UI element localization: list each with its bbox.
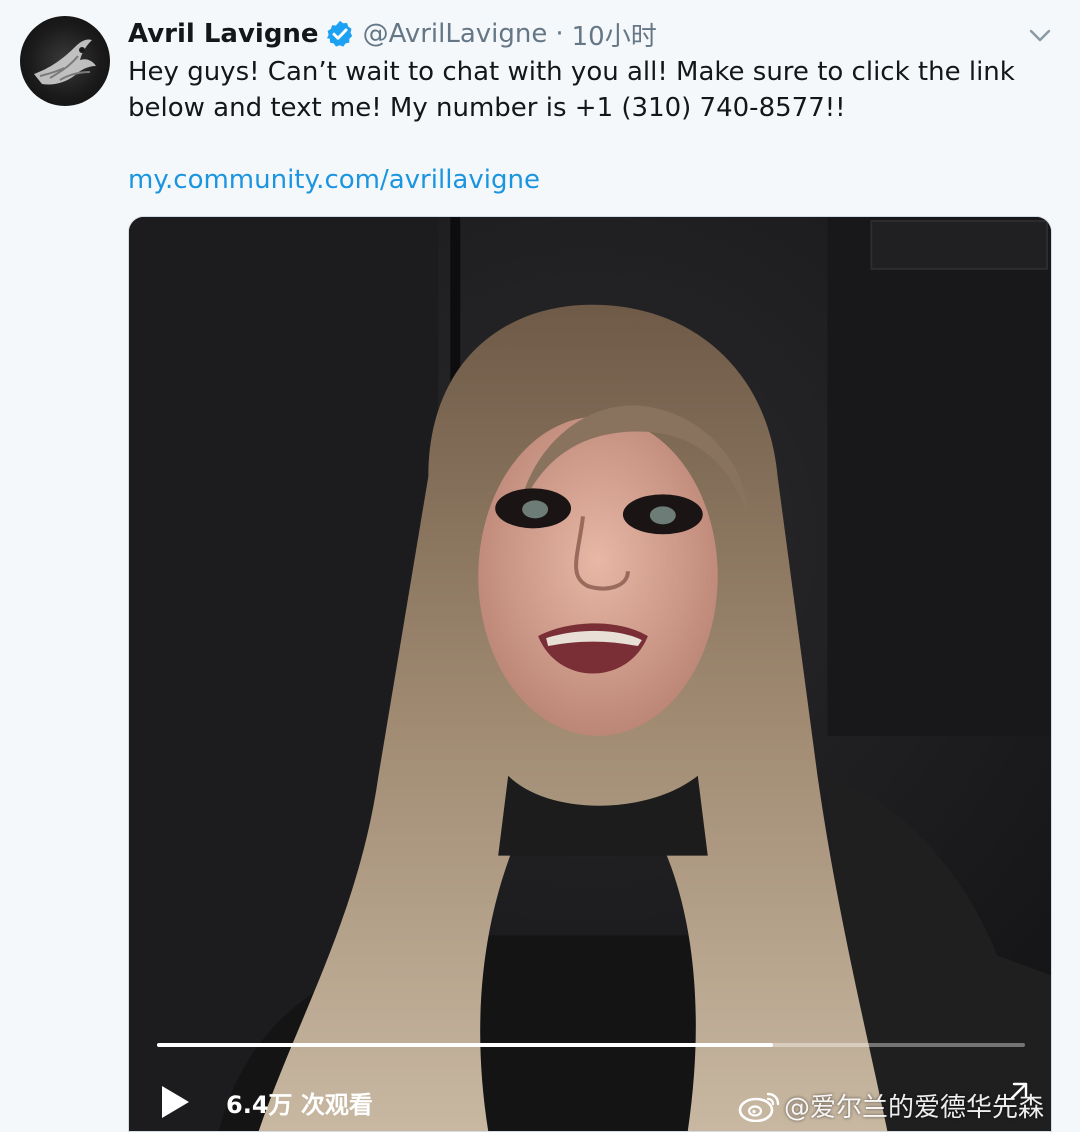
avatar[interactable] [20, 16, 110, 106]
verified-badge-icon [326, 20, 352, 47]
video-progress-fill [157, 1043, 774, 1047]
tweet-text: Hey guys! Can’t wait to chat with you al… [128, 57, 1015, 123]
tweet: Avril Lavigne @AvrilLavigne · 10小时 Hey g… [0, 0, 1080, 1132]
tweet-timestamp[interactable]: 10小时 [572, 16, 657, 53]
play-icon[interactable] [155, 1081, 195, 1123]
video-player[interactable]: 6.4万 次观看 [128, 216, 1052, 1132]
tweet-link[interactable]: my.community.com/avrillavigne [128, 162, 540, 198]
author-handle[interactable]: @AvrilLavigne [363, 19, 548, 49]
expand-icon[interactable] [1004, 1080, 1030, 1106]
chevron-down-icon[interactable] [1024, 20, 1056, 52]
video-frame [129, 217, 1051, 1131]
weibo-watermark: @爱尔兰的爱德华先森 [738, 1086, 1044, 1124]
tweet-header: Avril Lavigne @AvrilLavigne · 10小时 [128, 14, 657, 54]
weibo-logo-icon [738, 1092, 780, 1122]
separator-dot: · [555, 19, 564, 49]
view-count: 6.4万 次观看 [226, 1091, 373, 1119]
author-name[interactable]: Avril Lavigne [128, 19, 319, 49]
video-progress-bar[interactable] [157, 1043, 1025, 1047]
